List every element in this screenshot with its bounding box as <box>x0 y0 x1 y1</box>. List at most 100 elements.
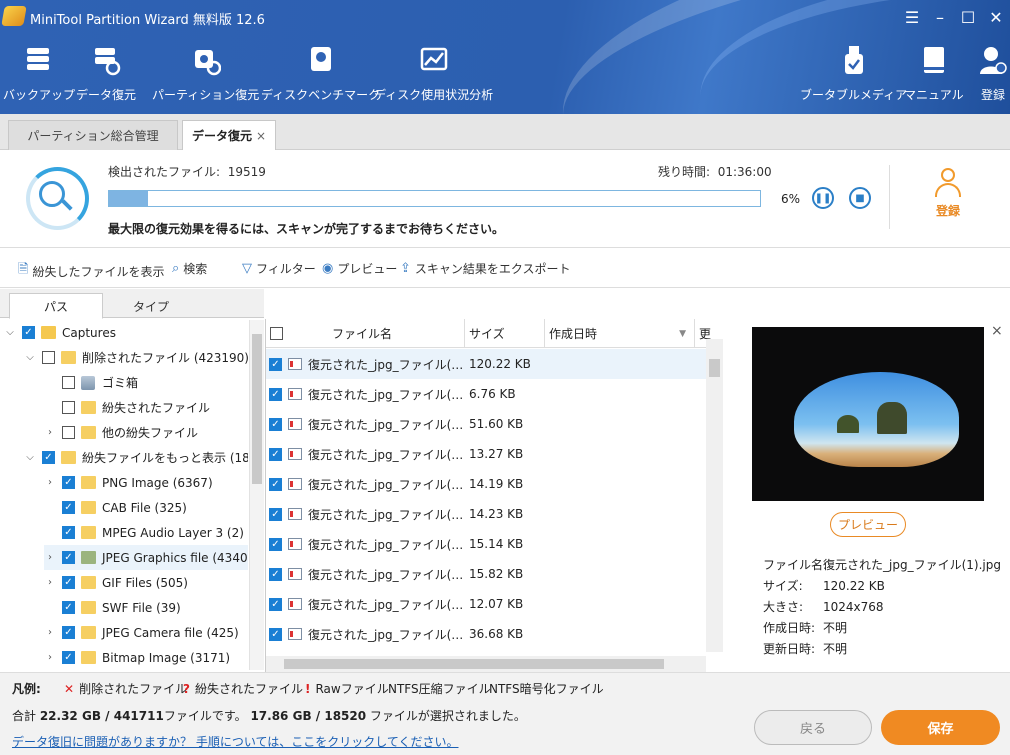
menu-icon[interactable]: ☰ <box>898 0 926 34</box>
search-button[interactable]: ⌕ 検索 <box>172 260 207 277</box>
partition-recovery-button[interactable]: パーティション復元 <box>152 44 259 103</box>
row-checkbox[interactable]: ✓ <box>269 357 282 371</box>
expand-chevron-icon[interactable]: › <box>44 652 56 663</box>
list-hscrollbar[interactable] <box>266 656 706 672</box>
tab-partition-management[interactable]: パーティション総合管理 <box>8 120 178 150</box>
row-checkbox[interactable]: ✓ <box>269 537 282 551</box>
show-lost-files-button[interactable]: 🗎 紛失したファイルを表示 <box>18 260 164 282</box>
expand-chevron-icon[interactable]: › <box>44 477 56 488</box>
col-name[interactable]: ファイル名 <box>288 319 465 348</box>
expand-chevron-icon[interactable]: ⌵ <box>4 327 16 338</box>
tree-checkbox[interactable]: ✓ <box>62 626 75 639</box>
tree-checkbox[interactable]: ✓ <box>62 551 75 564</box>
tree-checkbox[interactable]: ✓ <box>62 576 75 589</box>
preview-action-button[interactable]: ◉ プレビュー <box>322 260 397 277</box>
table-row[interactable]: ✓ 復元された_jpg_ファイル(101).... 13.27 KB <box>266 439 706 469</box>
tree-checkbox[interactable] <box>62 426 75 439</box>
tree-item[interactable]: › 他の紛失ファイル <box>44 420 198 445</box>
scroll-thumb[interactable] <box>709 359 720 377</box>
select-all-checkbox[interactable] <box>266 319 288 348</box>
tree-checkbox[interactable]: ✓ <box>62 501 75 514</box>
tree-checkbox[interactable]: ✓ <box>22 326 35 339</box>
disk-benchmark-button[interactable]: ディスクベンチマーク <box>261 44 380 103</box>
tree-checkbox[interactable] <box>62 401 75 414</box>
tree-scrollbar[interactable] <box>249 320 264 670</box>
close-preview-icon[interactable]: × <box>991 323 1003 339</box>
maximize-icon[interactable]: ☐ <box>954 0 982 34</box>
tree-item[interactable]: › ✓ GIF Files (505) <box>44 570 188 595</box>
tree-checkbox[interactable]: ✓ <box>62 651 75 664</box>
table-row[interactable]: ✓ 復元された_jpg_ファイル(105).... 15.82 KB <box>266 559 706 589</box>
table-row[interactable]: ✓ 復元された_jpg_ファイル(104).... 15.14 KB <box>266 529 706 559</box>
tree-item[interactable]: › ✓ JPEG Graphics file (4340) <box>44 545 248 570</box>
preview-button[interactable]: プレビュー <box>830 512 906 537</box>
tab-data-recovery[interactable]: データ復元 × <box>182 120 276 150</box>
expand-chevron-icon[interactable]: ⌵ <box>24 452 36 463</box>
table-row[interactable]: ✓ 復元された_jpg_ファイル(1).jpg 120.22 KB <box>266 349 706 379</box>
row-checkbox[interactable]: ✓ <box>269 417 282 431</box>
tree-item[interactable]: ✓ SWF File (39) <box>44 595 181 620</box>
tree-checkbox[interactable]: ✓ <box>62 476 75 489</box>
tab-close-icon[interactable]: × <box>256 129 266 143</box>
expand-chevron-icon[interactable]: ⌵ <box>24 352 36 363</box>
tree-item[interactable]: › ✓ JPEG Camera file (425) <box>44 620 239 645</box>
minimize-icon[interactable]: – <box>926 0 954 34</box>
data-recovery-button[interactable]: データ復元 <box>76 44 136 103</box>
row-checkbox[interactable]: ✓ <box>269 447 282 461</box>
stop-button[interactable]: ■ <box>849 187 871 209</box>
filter-button[interactable]: ▽ フィルター <box>242 260 316 277</box>
tree-item[interactable]: › ✓ PNG Image (6367) <box>44 470 213 495</box>
expand-chevron-icon[interactable]: › <box>44 627 56 638</box>
tree-checkbox[interactable]: ✓ <box>62 601 75 614</box>
tree-checkbox[interactable] <box>42 351 55 364</box>
tab-path[interactable]: パス <box>9 293 103 319</box>
list-vscrollbar[interactable] <box>706 339 723 652</box>
row-checkbox[interactable]: ✓ <box>269 627 282 641</box>
tree-item[interactable]: ⌵ ✓ 紛失ファイルをもっと表示 (18521) <box>24 445 248 470</box>
col-size[interactable]: サイズ <box>465 319 545 348</box>
tree-item[interactable]: ✓ MPEG Audio Layer 3 (2) <box>44 520 244 545</box>
table-row[interactable]: ✓ 復元された_jpg_ファイル(107).... 36.68 KB <box>266 619 706 649</box>
back-button[interactable]: 戻る <box>754 710 872 745</box>
tree-item[interactable]: 紛失されたファイル <box>44 395 210 420</box>
scroll-thumb[interactable] <box>252 334 262 484</box>
close-window-icon[interactable]: ✕ <box>982 0 1010 34</box>
tree-item[interactable]: ✓ CAB File (325) <box>44 495 187 520</box>
bootable-media-button[interactable]: ブータブルメディア <box>800 44 907 103</box>
tab-type[interactable]: タイプ <box>104 293 198 319</box>
disk-usage-button[interactable]: ディスク使用状況分析 <box>374 44 493 103</box>
tree-item[interactable]: ⌵ ✓ Captures <box>4 320 116 345</box>
disk-usage-icon <box>420 47 447 71</box>
table-row[interactable]: ✓ 復元された_jpg_ファイル(106).... 12.07 KB <box>266 589 706 619</box>
found-count: 19519 <box>227 165 266 179</box>
tree-checkbox[interactable] <box>62 376 75 389</box>
tree-checkbox[interactable]: ✓ <box>42 451 55 464</box>
table-row[interactable]: ✓ 復元された_jpg_ファイル(100).... 51.60 KB <box>266 409 706 439</box>
tree-item[interactable]: ⌵ 削除されたファイル (423190) <box>24 345 248 370</box>
row-checkbox[interactable]: ✓ <box>269 567 282 581</box>
backup-button[interactable]: バックアップ <box>3 44 75 103</box>
row-checkbox[interactable]: ✓ <box>269 477 282 491</box>
col-created[interactable]: 作成日時 ▼ <box>545 319 695 348</box>
help-link[interactable]: データ復旧に問題がありますか？ 手順については、ここをクリックしてください。 <box>12 733 459 750</box>
row-checkbox[interactable]: ✓ <box>269 387 282 401</box>
row-checkbox[interactable]: ✓ <box>269 507 282 521</box>
expand-chevron-icon[interactable]: › <box>44 427 56 438</box>
manual-button[interactable]: マニュアル <box>904 44 964 103</box>
tree-item[interactable]: › ✓ Bitmap Image (3171) <box>44 645 230 670</box>
tree-checkbox[interactable]: ✓ <box>62 526 75 539</box>
expand-chevron-icon[interactable]: › <box>44 577 56 588</box>
save-button[interactable]: 保存 <box>881 710 1000 745</box>
scroll-thumb[interactable] <box>284 659 664 669</box>
jpg-file-icon <box>288 478 302 490</box>
tree-item[interactable]: ゴミ箱 <box>44 370 138 395</box>
row-checkbox[interactable]: ✓ <box>269 597 282 611</box>
register-button[interactable]: 登録 <box>928 168 968 219</box>
export-button[interactable]: ⇪ スキャン結果をエクスポート <box>400 260 571 277</box>
table-row[interactable]: ✓ 復元された_jpg_ファイル(103).... 14.23 KB <box>266 499 706 529</box>
table-row[interactable]: ✓ 復元された_jpg_ファイル(102).... 14.19 KB <box>266 469 706 499</box>
table-row[interactable]: ✓ 復元された_jpg_ファイル(10).jpg 6.76 KB <box>266 379 706 409</box>
expand-chevron-icon[interactable]: › <box>44 552 56 563</box>
pause-button[interactable]: ❚❚ <box>812 187 834 209</box>
register-toolbar-button[interactable]: 登録 <box>978 44 1008 103</box>
